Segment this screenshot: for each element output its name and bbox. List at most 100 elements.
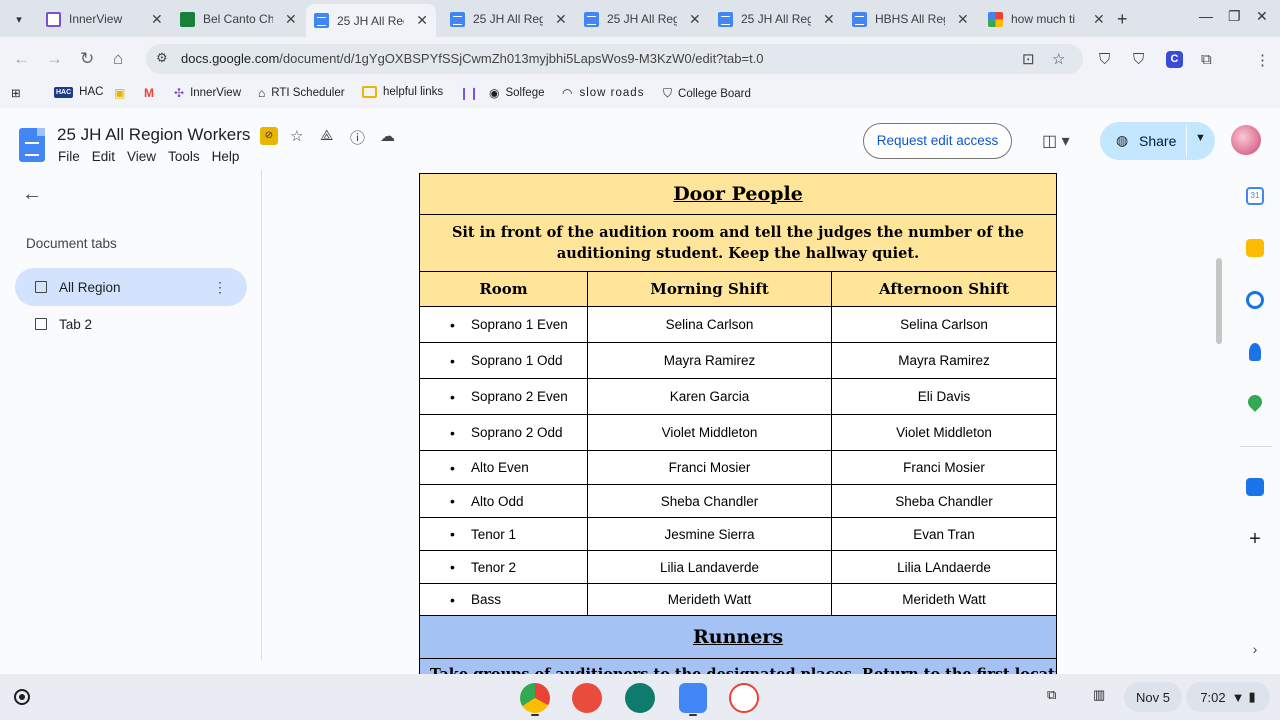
apps-grid-icon[interactable]: ⊞ [11, 86, 21, 100]
contacts-icon[interactable] [1249, 343, 1261, 361]
afternoon-cell: Violet Middleton [831, 414, 1057, 451]
chevron-down-icon[interactable]: ▼ [1195, 132, 1206, 144]
runners-description-cell: Take groups of auditioners to the design… [419, 658, 1057, 674]
minimize-icon[interactable]: — [1199, 8, 1213, 24]
files-icon[interactable]: ▥ [1093, 687, 1105, 703]
cloud-status-icon[interactable]: ☁ [380, 127, 395, 145]
tab-title: HBHS All Reg [875, 12, 945, 26]
close-icon[interactable]: ✕ [285, 11, 297, 28]
more-menu-icon[interactable]: ⋮ [1255, 51, 1270, 69]
tab-title: 25 JH All Reg [473, 12, 543, 26]
move-to-drive-icon[interactable]: ⟁ [320, 127, 333, 144]
browser-tab[interactable]: 25 JH All Reg ✕ [710, 4, 843, 34]
avatar[interactable] [1231, 125, 1261, 155]
bookmark-classroom[interactable]: ▣ [114, 86, 131, 100]
meet-call-icon[interactable]: ◫ ▾ [1042, 131, 1070, 151]
tasks-icon[interactable] [1246, 291, 1264, 309]
restore-icon[interactable]: ❐ [1228, 8, 1241, 25]
gmail-app-icon[interactable] [729, 683, 759, 713]
close-icon[interactable]: ✕ [689, 11, 701, 28]
install-app-icon[interactable]: ⊡ [1022, 50, 1035, 68]
morning-cell: Violet Middleton [587, 414, 832, 451]
shield-extension-icon[interactable]: ⛉ [1099, 51, 1110, 68]
room-name: Bass [471, 592, 502, 607]
chrome-icon[interactable] [520, 683, 550, 713]
canvas-app-icon[interactable] [572, 683, 602, 713]
browser-tab[interactable]: Bel Canto Ch ✕ [172, 4, 305, 34]
bookmark-purple[interactable]: ❙❙ [459, 86, 485, 100]
browser-tab[interactable]: InnerView ✕ [38, 4, 171, 34]
sidebar-tab-all-region[interactable]: All Region ⋮ [15, 268, 247, 306]
close-icon[interactable]: ✕ [151, 11, 163, 28]
room-name: Soprano 2 Even [471, 389, 568, 404]
menu-tools[interactable]: Tools [168, 149, 200, 164]
docs-icon [852, 11, 867, 27]
docs-logo-icon[interactable] [19, 128, 45, 162]
document-title[interactable]: 25 JH All Region Workers [57, 125, 250, 145]
tab-title: how much ti [1011, 12, 1076, 26]
close-window-icon[interactable]: ✕ [1256, 8, 1268, 25]
sidebar-tab-tab-2[interactable]: Tab 2 [15, 305, 247, 343]
forward-icon[interactable]: → [46, 49, 63, 69]
tab-search-button[interactable]: ▾ [6, 6, 32, 32]
more-options-icon[interactable]: ⋮ [213, 279, 227, 296]
browser-tab[interactable]: 25 JH All Reg ✕ [442, 4, 575, 34]
bookmark-hac[interactable]: HAC HAC [54, 86, 103, 98]
menu-help[interactable]: Help [212, 149, 240, 164]
keep-icon[interactable] [1246, 239, 1264, 257]
calendar-icon[interactable]: 31 [1246, 187, 1264, 205]
menu-edit[interactable]: Edit [92, 149, 115, 164]
shield-extension-icon[interactable]: ⛉ [1133, 51, 1144, 68]
new-tab-button[interactable]: + [1117, 9, 1128, 30]
back-icon[interactable]: ← [13, 49, 30, 69]
bookmark-innerview[interactable]: ✣ InnerView [174, 86, 241, 100]
maps-icon[interactable] [1245, 392, 1265, 412]
status-area[interactable]: 7:02 ▼ ▮ [1186, 682, 1270, 712]
browser-tab[interactable]: 25 JH All Reg ✕ [576, 4, 709, 34]
docs-app-icon[interactable] [679, 683, 707, 713]
bookmark-gmail[interactable]: M [144, 86, 160, 100]
browser-tab[interactable]: HBHS All Reg ✕ [844, 4, 977, 34]
menu-file[interactable]: File [58, 149, 80, 164]
addon-icon[interactable] [1246, 478, 1264, 496]
back-arrow-icon[interactable]: ← [22, 183, 42, 206]
address-bar[interactable]: ⚙ docs.google.com/document/d/1gYgOXBSPYf… [146, 44, 1083, 74]
document-details-icon[interactable]: ⓘ [350, 127, 365, 148]
close-icon[interactable]: ✕ [823, 11, 835, 28]
bookmark-star-icon[interactable]: ☆ [1052, 50, 1065, 68]
close-icon[interactable]: ✕ [416, 12, 428, 29]
offline-unavailable-icon[interactable]: ⊘ [260, 127, 278, 145]
home-icon[interactable]: ⌂ [113, 49, 123, 69]
share-button[interactable]: ◍ Share ▼ [1100, 122, 1215, 160]
google-icon [988, 11, 1003, 27]
chevron-right-icon[interactable]: › [1246, 640, 1264, 658]
add-icon[interactable]: + [1246, 529, 1264, 549]
afternoon-cell: Evan Tran [831, 517, 1057, 551]
extensions-puzzle-icon[interactable]: ⧉ [1201, 51, 1212, 68]
bookmark-folder-helpful-links[interactable]: helpful links [362, 86, 443, 98]
close-icon[interactable]: ✕ [555, 11, 567, 28]
reload-icon[interactable]: ↻ [80, 49, 94, 69]
close-icon[interactable]: ✕ [957, 11, 969, 28]
site-info-icon[interactable]: ⚙ [156, 50, 168, 66]
bookmark-rti-scheduler[interactable]: ⌂ RTI Scheduler [258, 86, 345, 100]
browser-tab[interactable]: how much ti ✕ [980, 4, 1113, 34]
table-row: Soprano 2 Odd Violet Middleton Violet Mi… [419, 414, 1057, 451]
bookmark-slow-roads[interactable]: ◠ slow roads [562, 86, 644, 100]
c-extension-icon[interactable]: C [1166, 51, 1183, 68]
scrollbar[interactable] [1216, 258, 1222, 344]
close-icon[interactable]: ✕ [1093, 11, 1105, 28]
bookmark-solfege[interactable]: ◉ Solfege [489, 86, 545, 100]
url-text: docs.google.com/document/d/1gYgOXBSPYfSS… [181, 51, 764, 66]
menu-view[interactable]: View [127, 149, 156, 164]
time-display: 7:02 [1200, 689, 1226, 705]
table-row: Tenor 1 Jesmine Sierra Evan Tran [419, 517, 1057, 551]
bookmark-college-board[interactable]: ⛉ College Board [663, 86, 751, 101]
star-icon[interactable]: ☆ [290, 127, 303, 145]
classroom-app-icon[interactable] [625, 683, 655, 713]
screen-capture-icon[interactable]: ⧉ [1047, 687, 1056, 703]
launcher-icon[interactable] [14, 689, 30, 705]
browser-tab-active[interactable]: 25 JH All Reg ✕ [306, 4, 436, 37]
date-display[interactable]: Nov 5 [1124, 682, 1182, 712]
request-edit-access-button[interactable]: Request edit access [863, 123, 1012, 159]
